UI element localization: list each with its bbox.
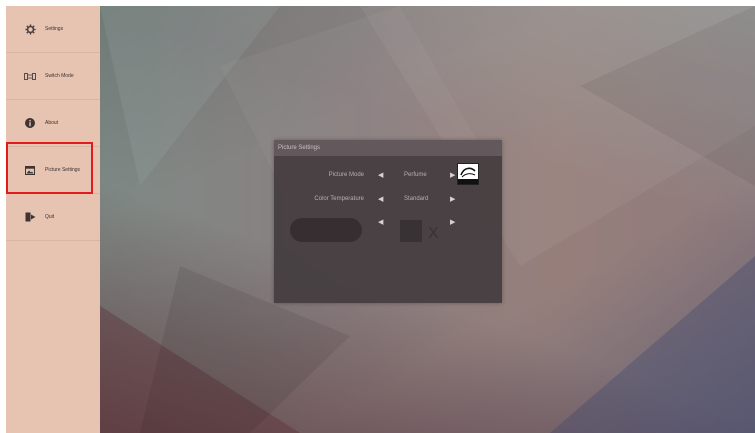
sidebar-item-label: Picture Settings [45,167,81,173]
faded-setting-row: ◀ ▶ [274,216,502,230]
gear-icon [24,23,36,35]
picture-mode-value: Perfume [404,172,427,178]
color-temperature-label: Color Temperature [314,196,364,202]
color-temperature-row: Color Temperature ◀ Standard ▶ [274,193,502,207]
picture-mode-left-arrow-icon[interactable]: ◀ [378,171,383,179]
energy-star-icon [457,163,479,185]
tv-screen: Settings Switch Mode About Picture Setti… [6,6,755,433]
color-temperature-right-arrow-icon[interactable]: ▶ [450,195,455,203]
sidebar-item-picture-settings[interactable]: Picture Settings [6,147,100,194]
color-temperature-value: Standard [404,196,429,202]
sidebar-item-switch-mode[interactable]: Switch Mode [6,53,100,100]
picture-mode-right-arrow-icon[interactable]: ▶ [450,171,455,179]
color-temperature-left-arrow-icon[interactable]: ◀ [378,195,383,203]
sidebar-item-settings[interactable]: Settings [6,6,100,53]
sidebar-item-label: Quit [45,214,55,220]
picture-mode-label: Picture Mode [328,172,364,178]
switch-mode-icon [24,70,36,82]
sidebar: Settings Switch Mode About Picture Setti… [6,6,100,433]
picture-settings-dialog: Picture Settings Picture Mode ◀ Perfume … [274,140,502,303]
sidebar-item-label: Settings [45,26,64,32]
exit-icon [24,211,36,223]
sidebar-item-label: Switch Mode [45,73,74,79]
faded-left-arrow-icon[interactable]: ◀ [378,218,383,226]
dialog-title: Picture Settings [274,140,502,156]
sidebar-item-label: About [45,120,59,126]
sidebar-item-quit[interactable]: Quit [6,194,100,241]
info-icon [24,117,36,129]
sidebar-item-about[interactable]: About [6,100,100,147]
faded-right-arrow-icon[interactable]: ▶ [450,218,455,226]
picture-icon [24,164,36,176]
